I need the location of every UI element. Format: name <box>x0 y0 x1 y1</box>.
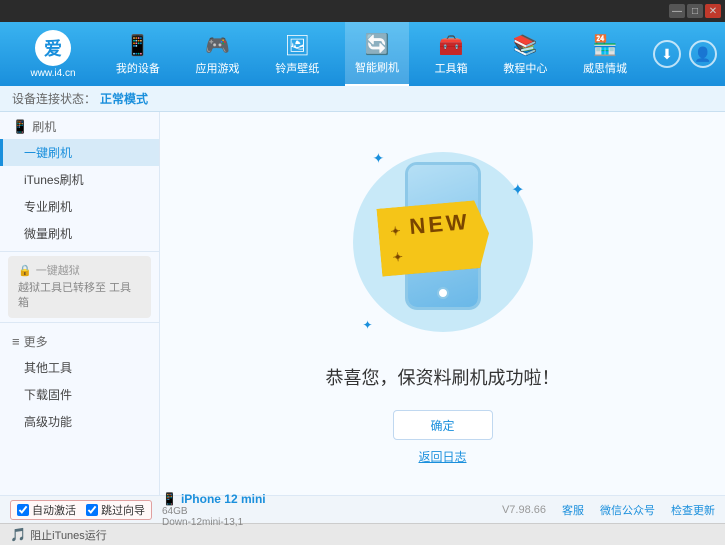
phone-home-button <box>437 287 449 299</box>
nav-apps-icon: 🎮 <box>205 33 230 58</box>
sidebar-divider-2 <box>0 322 159 323</box>
logo-area: 爱 www.i4.cn <box>8 30 98 79</box>
new-text: NEW <box>408 209 470 239</box>
nav-device-label: 我的设备 <box>116 60 160 76</box>
nav-smart-label: 智能刷机 <box>355 59 399 75</box>
lock-icon: 🔒 <box>18 264 32 277</box>
nav-items: 📱 我的设备 🎮 应用游戏 🖼 铃声壁纸 🔄 智能刷机 🧰 工具箱 📚 教程中心… <box>98 22 645 86</box>
nav-toolbox-label: 工具箱 <box>435 60 468 76</box>
titlebar: — □ ✕ <box>0 0 725 22</box>
auto-activate-checkbox[interactable]: 自动激活 <box>17 502 76 518</box>
flash-section-icon: 📱 <box>12 119 28 135</box>
checkbox-group: 自动激活 跳过向导 <box>10 500 152 520</box>
nav-ringtones-label: 铃声壁纸 <box>275 60 319 76</box>
sidebar: 📱 刷机 一键刷机 iTunes刷机 专业刷机 微量刷机 🔒 一键越狱 越狱工具… <box>0 112 160 495</box>
nav-tutorial-label: 教程中心 <box>503 60 547 76</box>
sparkle-2-icon: ✦ <box>511 180 524 200</box>
nav-store-label: 威思情城 <box>583 60 627 76</box>
nav-ringtones[interactable]: 🖼 铃声壁纸 <box>265 22 329 86</box>
jailbreak-header: 🔒 一键越狱 <box>18 262 141 278</box>
status-value: 正常模式 <box>100 90 148 107</box>
nav-device-icon: 📱 <box>125 33 150 58</box>
service-link[interactable]: 客服 <box>562 502 584 518</box>
nav-my-device[interactable]: 📱 我的设备 <box>106 22 170 86</box>
jailbreak-label: 一键越狱 <box>36 262 80 278</box>
version-label: V7.98.66 <box>502 504 546 516</box>
sparkle-3-icon: ✦ <box>363 318 373 332</box>
wechat-link[interactable]: 微信公众号 <box>600 502 655 518</box>
skip-wizard-label: 跳过向导 <box>101 502 145 518</box>
minimize-button[interactable]: — <box>669 4 685 18</box>
user-button[interactable]: 👤 <box>689 40 717 68</box>
success-message: 恭喜您，保资料刷机成功啦！ <box>326 364 560 390</box>
nav-tutorial[interactable]: 📚 教程中心 <box>493 22 557 86</box>
nav-ringtones-icon: 🖼 <box>285 33 310 58</box>
sidebar-item-one-click-flash[interactable]: 一键刷机 <box>0 139 159 166</box>
bottom-bar: 自动激活 跳过向导 📱 iPhone 12 mini 64GB Down-12m… <box>0 495 725 523</box>
back-to-log-link[interactable]: 返回日志 <box>418 448 466 465</box>
device-icon: 📱 <box>162 492 177 506</box>
new-badge: ✦ NEW ✦ <box>376 199 492 276</box>
nav-store[interactable]: 🏪 威思情城 <box>573 22 637 86</box>
sidebar-item-itunes-flash[interactable]: iTunes刷机 <box>0 166 159 193</box>
device-info: 📱 iPhone 12 mini 64GB Down-12mini-13,1 <box>162 492 266 528</box>
nav-toolbox[interactable]: 🧰 工具箱 <box>425 22 478 86</box>
confirm-button[interactable]: 确定 <box>393 410 493 440</box>
sidebar-item-data-flash[interactable]: 微量刷机 <box>0 220 159 247</box>
bottom-right: V7.98.66 客服 微信公众号 检查更新 <box>502 502 715 518</box>
itunes-label: 阻止iTunes运行 <box>30 527 107 543</box>
device-name: 📱 iPhone 12 mini <box>162 492 266 506</box>
nav-tutorial-icon: 📚 <box>513 33 538 58</box>
sidebar-item-other-tools[interactable]: 其他工具 <box>0 354 159 381</box>
status-label: 设备连接状态： <box>12 90 96 107</box>
logo-icon: 爱 <box>35 30 71 66</box>
nav-toolbox-icon: 🧰 <box>439 33 464 58</box>
device-name-text: iPhone 12 mini <box>181 492 266 506</box>
nav-smart-icon: 🔄 <box>365 32 390 57</box>
download-button[interactable]: ⬇ <box>653 40 681 68</box>
check-update-link[interactable]: 检查更新 <box>671 502 715 518</box>
sparkle-1-icon: ✦ <box>373 150 385 167</box>
itunes-icon: 🎵 <box>10 527 26 543</box>
nav-smart-shop[interactable]: 🔄 智能刷机 <box>345 22 409 86</box>
sidebar-divider-1 <box>0 251 159 252</box>
skip-wizard-input[interactable] <box>86 504 98 516</box>
nav-apps-label: 应用游戏 <box>196 60 240 76</box>
auto-activate-input[interactable] <box>17 504 29 516</box>
bottom-left: 自动激活 跳过向导 📱 iPhone 12 mini 64GB Down-12m… <box>10 492 266 528</box>
sidebar-item-pro-flash[interactable]: 专业刷机 <box>0 193 159 220</box>
maximize-button[interactable]: □ <box>687 4 703 18</box>
logo-subtitle: www.i4.cn <box>30 68 75 79</box>
flash-section-label: 刷机 <box>32 118 56 135</box>
status-bar: 设备连接状态： 正常模式 <box>0 86 725 112</box>
nav-apps-games[interactable]: 🎮 应用游戏 <box>186 22 250 86</box>
device-storage: 64GB <box>162 506 266 517</box>
more-section-label: 更多 <box>24 333 48 350</box>
nav-store-icon: 🏪 <box>593 33 618 58</box>
more-section-icon: ≡ <box>12 334 20 349</box>
sidebar-item-advanced[interactable]: 高级功能 <box>0 408 159 435</box>
nav-actions: ⬇ 👤 <box>653 40 717 68</box>
close-button[interactable]: ✕ <box>705 4 721 18</box>
sidebar-section-more: ≡ 更多 <box>0 327 159 354</box>
sidebar-item-download-firmware[interactable]: 下载固件 <box>0 381 159 408</box>
sidebar-section-jailbreak: 🔒 一键越狱 越狱工具已转移至 工具箱 <box>8 256 151 318</box>
auto-activate-label: 自动激活 <box>32 502 76 518</box>
main-content: ✦ NEW ✦ ✦ ✦ ✦ 恭喜您，保资料刷机成功啦！ 确定 返回日志 <box>160 112 725 495</box>
sidebar-section-flash: 📱 刷机 <box>0 112 159 139</box>
main-layout: 📱 刷机 一键刷机 iTunes刷机 专业刷机 微量刷机 🔒 一键越狱 越狱工具… <box>0 112 725 495</box>
device-version: Down-12mini-13,1 <box>162 517 266 528</box>
jailbreak-notice: 越狱工具已转移至 工具箱 <box>18 278 141 312</box>
skip-wizard-checkbox[interactable]: 跳过向导 <box>86 502 145 518</box>
top-navigation: 爱 www.i4.cn 📱 我的设备 🎮 应用游戏 🖼 铃声壁纸 🔄 智能刷机 … <box>0 22 725 86</box>
success-illustration: ✦ NEW ✦ ✦ ✦ ✦ <box>333 142 553 352</box>
